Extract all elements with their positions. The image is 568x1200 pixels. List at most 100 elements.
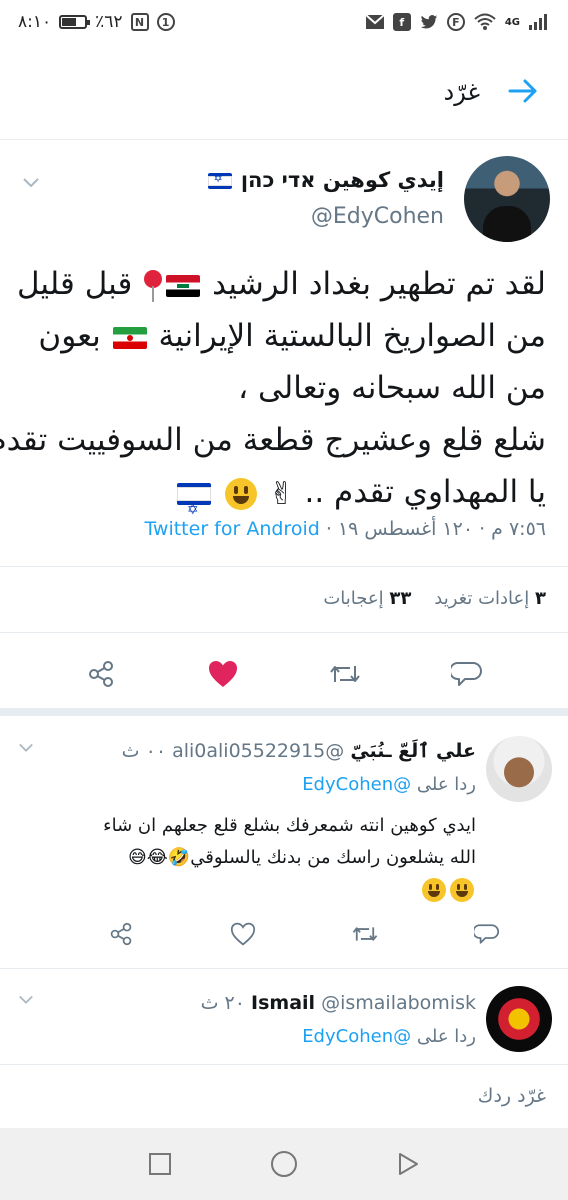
reply-to: ردا على @EdyCohen xyxy=(302,774,476,795)
arrow-right-icon xyxy=(508,79,537,103)
iran-flag-icon xyxy=(112,326,147,349)
square-icon xyxy=(149,1153,171,1175)
retweet-icon xyxy=(352,927,378,941)
notification-icon: 1 xyxy=(156,13,175,31)
reply-button[interactable] xyxy=(473,920,501,948)
recents-button[interactable] xyxy=(144,1148,176,1180)
divider xyxy=(0,708,568,716)
author-name[interactable]: إيدي كوهين אדי כהן xyxy=(206,168,444,192)
israel-flag-icon xyxy=(207,172,232,189)
share-icon xyxy=(89,661,113,687)
reply-to: ردا على @EdyCohen xyxy=(302,1026,476,1047)
smiley-icon xyxy=(224,477,257,510)
retweet-icon xyxy=(330,666,360,682)
reply-line xyxy=(36,874,476,906)
israel-flag-icon xyxy=(176,482,211,536)
avatar[interactable] xyxy=(464,156,550,242)
tweet-line: شلع قلع وعشيرج قطعة من السوفييت تقدم xyxy=(0,414,546,466)
reply-to-prefix: ردا على xyxy=(416,774,476,795)
reply-to-handle[interactable]: @EdyCohen xyxy=(302,774,411,795)
twitter-icon xyxy=(420,15,438,29)
tweet-meta: ٧:٥٦ م · ١٢٠ أغسطس ١٩ · Twitter for Andr… xyxy=(144,518,546,540)
heart-outline-icon xyxy=(230,922,256,946)
chevron-down-icon[interactable] xyxy=(22,174,40,192)
tweet-line: من الصواريخ البالستية الإيرانية بعون xyxy=(20,310,546,362)
tweet-line-text: يا المهداوي تقدم .. xyxy=(304,474,546,510)
reply-header: Ismail @ismailabomisk ٢٠ ث xyxy=(201,992,476,1014)
wifi-icon xyxy=(474,13,496,30)
status-time: ٨:١٠ xyxy=(18,12,52,32)
tweet-line: لقد تم تطهير بغداد الرشيد قبل قليل xyxy=(16,258,546,310)
battery-icon xyxy=(59,15,91,29)
pin-icon xyxy=(144,269,163,302)
header: غرّد xyxy=(0,44,568,140)
tweet-stats: ٣ إعادات تغريد ٣٣ إعجابات xyxy=(323,588,546,609)
retweets-count: ٣ xyxy=(535,588,546,609)
reply-to-prefix: ردا على xyxy=(416,1026,476,1047)
heart-icon xyxy=(209,661,237,687)
facebook-icon: f xyxy=(392,13,411,31)
page-title: غرّد xyxy=(443,78,480,106)
author-handle[interactable]: @EdyCohen xyxy=(311,204,444,229)
battery-fill xyxy=(62,18,76,26)
tweet-actions xyxy=(0,656,568,692)
triangle-back-icon xyxy=(399,1153,418,1175)
avatar[interactable] xyxy=(486,736,552,802)
smiley-icon xyxy=(450,878,474,902)
tweet-line-text: من الله سبحانه وتعالى ، xyxy=(238,370,546,406)
reply-line: الله يشلعون راسك من بدنك يالسلوقي🤣😂😅 xyxy=(128,847,476,868)
reply-text: ايدي كوهين انته شمعرفك بشلع قلع جعلهم ان… xyxy=(36,810,476,906)
retweets-label: إعادات تغريد xyxy=(434,588,530,609)
comment-icon xyxy=(474,924,500,944)
tweet-line: يا المهداوي تقدم .. ✌ xyxy=(20,466,546,536)
tweet-timestamp: ٧:٥٦ م · ١٢٠ أغسطس ١٩ · xyxy=(325,518,546,540)
retweets-stat[interactable]: ٣ إعادات تغريد xyxy=(434,588,546,609)
tweet-line-text: بعون xyxy=(38,318,101,354)
tweet-text: لقد تم تطهير بغداد الرشيد قبل قليل من ال… xyxy=(0,258,546,536)
reply-header: علي ٱلَعّ ـنُبَيّ @ali0ali05522915 ٠٠ ث xyxy=(122,740,476,762)
reply-author-name[interactable]: علي ٱلَعّ ـنُبَيّ xyxy=(350,740,476,762)
back-button[interactable] xyxy=(506,74,540,108)
share-icon xyxy=(110,922,132,946)
victory-hand-icon: ✌ xyxy=(268,475,295,512)
divider xyxy=(0,968,568,969)
reply-author-handle[interactable]: @ali0ali05522915 xyxy=(172,740,344,762)
tweet-source-link[interactable]: Twitter for Android xyxy=(144,518,319,540)
author-name-text: إيدي كوهين אדי כהן xyxy=(240,168,444,192)
chevron-down-icon[interactable] xyxy=(18,992,34,1008)
reply-author-name[interactable]: Ismail xyxy=(251,992,315,1014)
nfc-icon: N xyxy=(130,13,149,31)
reply-time: ٢٠ ث xyxy=(200,992,245,1014)
status-left: ٨:١٠ ٪٦٢ N 1 xyxy=(18,12,175,32)
likes-count: ٣٣ xyxy=(389,588,412,609)
signal-icon xyxy=(529,14,547,30)
divider xyxy=(0,632,568,633)
reply-author-handle[interactable]: @ismailabomisk xyxy=(321,992,476,1014)
reply-time: ٠٠ ث xyxy=(121,740,167,762)
chevron-down-icon[interactable] xyxy=(18,740,34,756)
share-button[interactable] xyxy=(107,920,135,948)
reply-input[interactable]: غرّد ردك xyxy=(478,1085,546,1107)
email-icon xyxy=(365,14,385,29)
reply-to-handle[interactable]: @EdyCohen xyxy=(302,1026,411,1047)
tweet-line-text: من الصواريخ البالستية الإيرانية xyxy=(158,318,546,354)
retweet-button[interactable] xyxy=(351,920,379,948)
tweet-line-text: قبل قليل xyxy=(16,266,133,302)
likes-stat[interactable]: ٣٣ إعجابات xyxy=(323,588,411,609)
status-right: f F 4G xyxy=(365,13,550,31)
battery-text: ٪٦٢ xyxy=(95,12,123,32)
like-button[interactable] xyxy=(229,920,257,948)
compose-bar: غرّد ردك xyxy=(0,1064,568,1128)
share-button[interactable] xyxy=(83,656,119,692)
avatar[interactable] xyxy=(486,986,552,1052)
tweet-line: من الله سبحانه وتعالى ، xyxy=(20,362,546,414)
reply-button[interactable] xyxy=(449,656,485,692)
home-button[interactable] xyxy=(268,1148,300,1180)
back-nav-button[interactable] xyxy=(392,1148,424,1180)
like-button[interactable] xyxy=(205,656,241,692)
retweet-button[interactable] xyxy=(327,656,363,692)
system-nav-bar xyxy=(0,1128,568,1200)
f-circle-icon: F xyxy=(446,13,465,31)
likes-label: إعجابات xyxy=(323,588,384,609)
iraq-flag-icon xyxy=(166,274,201,297)
